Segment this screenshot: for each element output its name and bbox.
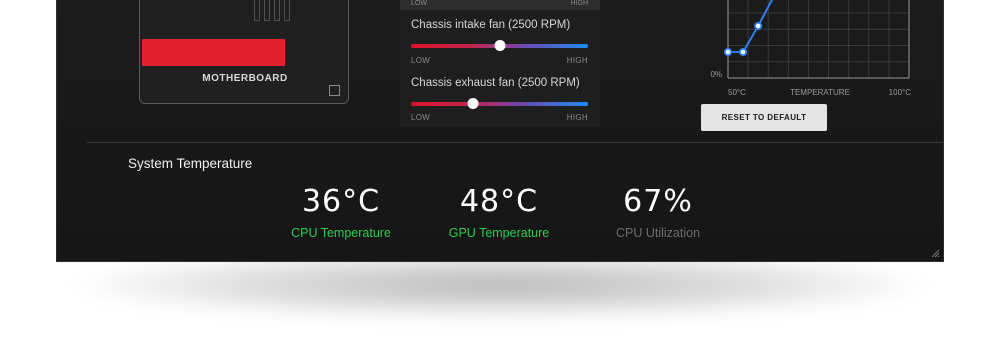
system-temperature-title: System Temperature — [128, 156, 253, 171]
stat-cpu-temperature: 36°C CPU Temperature — [271, 0, 411, 260]
cpu-utilization-value: 67% — [623, 184, 693, 219]
slider-low-label: LOW — [411, 0, 427, 7]
cpu-utilization-label: CPU Utilization — [615, 226, 701, 240]
fan-curve-line — [728, 0, 774, 53]
x-axis-label: TEMPERATURE — [790, 88, 850, 97]
x-tick-label: 50°C — [728, 88, 746, 97]
intake-slider-high-label: HIGH — [566, 56, 588, 65]
stat-gpu-temperature: 48°C GPU Temperature — [429, 0, 569, 260]
gpu-temperature-value: 48°C — [459, 184, 539, 219]
x-tick-label: 100°C — [889, 88, 912, 97]
slider-high-label: HIGH — [570, 0, 589, 7]
intake-slider-low-label: LOW — [411, 56, 431, 65]
cpu-temperature-value: 36°C — [301, 184, 381, 219]
cpu-temperature-label: CPU Temperature — [291, 226, 391, 240]
exhaust-slider-high-label: HIGH — [566, 113, 588, 122]
fan-curve-point[interactable] — [738, 47, 748, 57]
gpu-temperature-label: GPU Temperature — [448, 226, 550, 240]
resize-grip-icon[interactable] — [930, 248, 940, 258]
pcie-slot-highlight — [142, 39, 285, 66]
app-window: MOTHERBOARD LOW HIGH Chassis intake fan … — [56, 0, 944, 262]
fan-curve-point[interactable] — [754, 21, 763, 31]
exhaust-slider-low-label: LOW — [411, 113, 431, 122]
memory-slot — [264, 0, 270, 21]
memory-slot — [254, 0, 260, 21]
stat-cpu-utilization: 67% CPU Utilization — [588, 0, 728, 260]
